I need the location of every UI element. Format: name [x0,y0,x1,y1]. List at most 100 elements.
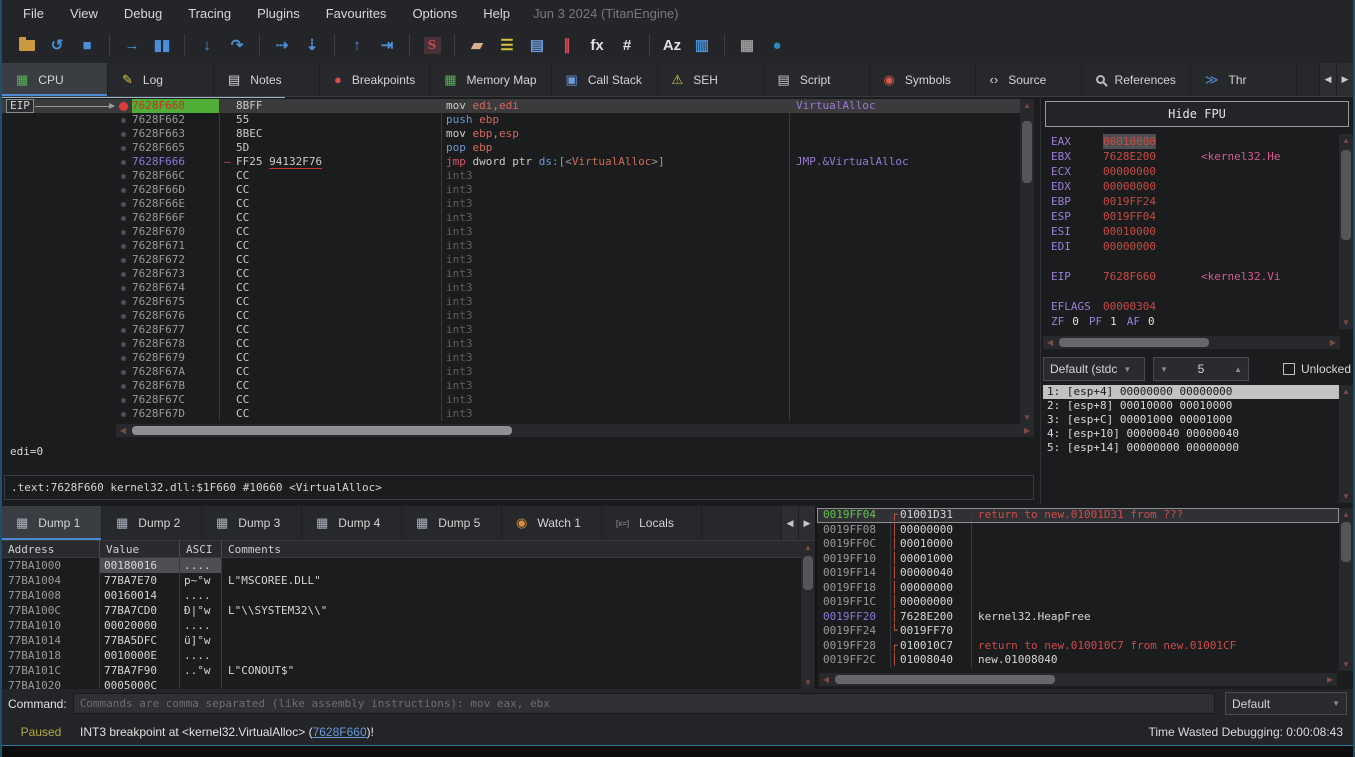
disasm-row[interactable]: 7628F666–FF25 94132F76jmp dword ptr ds:[… [2,155,1020,169]
breakpoint-dot-empty[interactable] [121,314,126,319]
breakpoint-column[interactable] [114,295,132,309]
scroll-down-arrow[interactable]: ▼ [1339,490,1353,503]
disasm-row[interactable]: 7628F679 CCint3 [2,351,1020,365]
scroll-left-arrow[interactable]: ◀ [1043,336,1057,349]
step-over-button[interactable]: ↷ [222,32,252,58]
internet-button[interactable]: ● [762,32,792,58]
registers-panel[interactable]: Hide FPU EAX00010000EBX7628E200<kernel32… [1040,98,1353,505]
dump-header-address[interactable]: Address [2,541,100,557]
argument-row[interactable]: 5: [esp+14] 00000000 00000000 [1043,441,1339,455]
locals-icon[interactable]: [x=] [616,519,629,528]
hash-icon[interactable]: # [623,37,631,54]
scroll-down-arrow[interactable]: ▼ [1020,411,1034,424]
fx-button[interactable]: fx [582,32,612,58]
breakpoint-dot-empty[interactable] [121,230,126,235]
mnemonic-help-icon[interactable]: ▥ [695,36,709,54]
argument-row[interactable]: 2: [esp+8] 00010000 00010000 [1043,399,1339,413]
breakpoint-dot-empty[interactable] [121,118,126,123]
breakpoint-column[interactable] [114,337,132,351]
scroll-up-arrow[interactable]: ▲ [1339,385,1353,398]
stack-horizontal-scrollbar[interactable]: ◀ ▶ [819,673,1337,686]
unlocked-checkbox-wrap[interactable]: Unlocked [1283,362,1351,376]
breakpoint-dot[interactable] [119,102,128,111]
breakpoint-column[interactable] [114,239,132,253]
breakpoint-dot-empty[interactable] [121,216,126,221]
stack-view-button[interactable]: ▤ [522,32,552,58]
breakpoint-dot-empty[interactable] [121,412,126,417]
run-button[interactable]: → [117,32,147,58]
disasm-vertical-scrollbar[interactable]: ▲ ▼ [1020,99,1034,424]
breakpoint-column[interactable] [114,127,132,141]
run-icon[interactable]: → [125,37,140,54]
breakpoint-dot-empty[interactable] [121,188,126,193]
scroll-thumb[interactable] [1059,338,1209,347]
open-file-button[interactable] [12,32,42,58]
stack-row[interactable]: 0019FF2C│01008040new.01008040 [817,653,1339,668]
open-file-icon[interactable] [19,40,35,51]
breakpoint-dot-empty[interactable] [121,342,126,347]
disasm-row[interactable]: 7628F675 CCint3 [2,295,1020,309]
notes-icon[interactable]: ▤ [228,72,240,88]
tab-script[interactable]: ▤Script [764,63,870,96]
stack-row[interactable]: 0019FF20│7628E200kernel32.HeapFree [817,610,1339,625]
scroll-down-arrow[interactable]: ▼ [1339,658,1353,671]
tab-dump-4[interactable]: ▦Dump 4 [302,506,402,540]
tab-dump-3[interactable]: ▦Dump 3 [202,506,302,540]
dump-row[interactable]: 77BA101477BA5DFCü]°w [2,633,815,648]
disasm-row[interactable]: EIP7628F660 8BFFmov edi,ediVirtualAlloc [2,99,1020,113]
disasm-row[interactable]: 7628F67C CCint3 [2,393,1020,407]
dump-panel[interactable]: AddressValueASCIComments 77BA10000018001… [2,541,815,689]
register-row[interactable] [1041,284,1339,299]
breakpoint-column[interactable] [114,309,132,323]
breakpoint-column[interactable] [114,141,132,155]
scroll-thumb[interactable] [132,426,512,435]
scroll-up-arrow[interactable]: ▲ [1339,508,1353,521]
favourites-ribbon-button[interactable]: ∥ [552,32,582,58]
dump-row[interactable]: 77BA10200005000C [2,678,815,689]
breakpoint-dot-empty[interactable] [121,174,126,179]
disasm-row[interactable]: 7628F670 CCint3 [2,225,1020,239]
disasm-row[interactable]: 7628F67B CCint3 [2,379,1020,393]
breakpoint-column[interactable] [114,183,132,197]
scroll-left-arrow[interactable]: ◀ [116,424,130,437]
dump-header-comments[interactable]: Comments [222,541,815,557]
breakpoint-column[interactable] [114,211,132,225]
menu-favourites[interactable]: Favourites [313,2,400,25]
unlocked-checkbox[interactable] [1283,363,1295,375]
scroll-thumb[interactable] [1341,150,1351,240]
tab-dump-5[interactable]: ▦Dump 5 [402,506,502,540]
breakpoint-dot-empty[interactable] [121,286,126,291]
disasm-row[interactable]: 7628F66C CCint3 [2,169,1020,183]
disasm-row[interactable]: 7628F67A CCint3 [2,365,1020,379]
breakpoint-column[interactable] [114,379,132,393]
breakpoint-dot-empty[interactable] [121,300,126,305]
dump-icon[interactable]: ▦ [116,515,128,531]
hide-fpu-button[interactable]: Hide FPU [1045,101,1349,127]
tab-dump-2[interactable]: ▦Dump 2 [102,506,202,540]
scroll-right-arrow[interactable]: ▶ [1020,424,1034,437]
run-to-user-code-button[interactable]: ⇥ [372,32,402,58]
register-row[interactable]: ECX00000000 [1041,164,1339,179]
breakpoint-dot-empty[interactable] [121,328,126,333]
tab-watch-1[interactable]: ◉Watch 1 [502,506,602,540]
dump-row[interactable]: 77BA101C77BA7F90..°wL"CONOUT$" [2,663,815,678]
dump-row[interactable]: 77BA101000020000.... [2,618,815,633]
memory-map-icon[interactable]: ▦ [444,72,456,88]
execute-till-return-icon[interactable]: ↑ [353,37,361,54]
stack-row[interactable]: 0019FF14│00000040 [817,566,1339,581]
disasm-row[interactable]: 7628F673 CCint3 [2,267,1020,281]
stack-row[interactable]: 0019FF04┌01001D31return to new.01001D31 … [817,508,1339,523]
tab-call-stack[interactable]: ▣Call Stack [552,63,658,96]
scroll-down-arrow[interactable]: ▼ [801,676,815,689]
breakpoint-dot-empty[interactable] [121,356,126,361]
breakpoint-column[interactable] [114,365,132,379]
scroll-up-arrow[interactable]: ▲ [801,541,815,554]
seh-key-icon[interactable]: ⚠ [672,72,684,88]
dump-row[interactable]: 77BA10180010000E.... [2,648,815,663]
breakpoint-column[interactable] [114,197,132,211]
dump-row[interactable]: 77BA100477BA7E70p~°wL"MSCOREE.DLL" [2,573,815,588]
argument-row[interactable]: 3: [esp+C] 00001000 00001000 [1043,413,1339,427]
tab-scroll-right-arrow[interactable]: ▶ [798,506,815,540]
disasm-row[interactable]: 7628F67D CCint3 [2,407,1020,421]
register-row[interactable]: EIP7628F660<kernel32.Vi [1041,269,1339,284]
